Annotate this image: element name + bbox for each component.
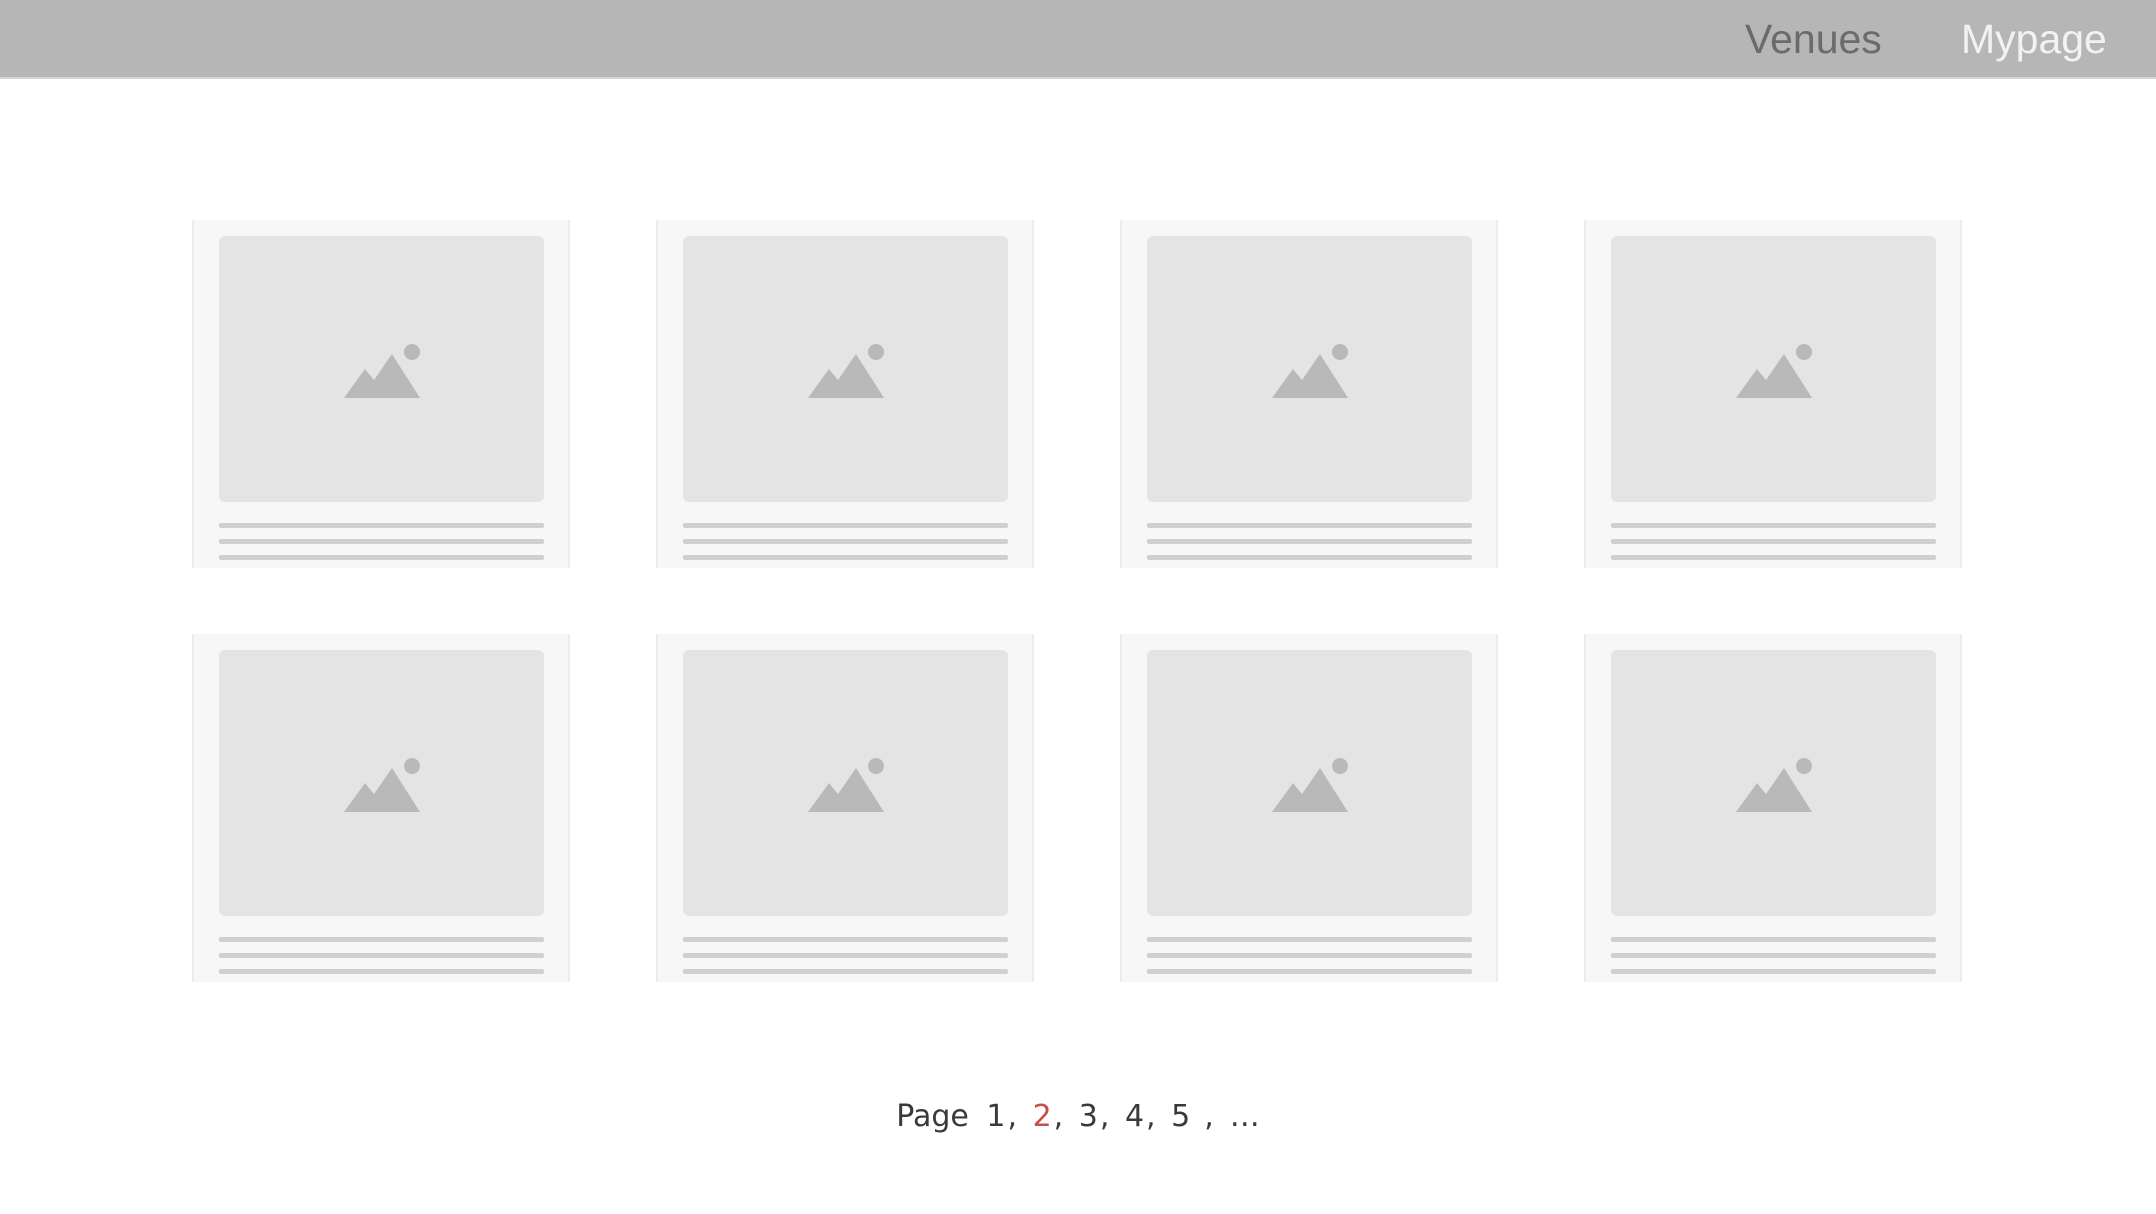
- venue-card-image: [219, 236, 544, 502]
- pagination-separator: ,: [1204, 1099, 1214, 1134]
- text-placeholder-line: [219, 953, 544, 958]
- text-placeholder-line: [683, 953, 1008, 958]
- text-placeholder-line: [683, 969, 1008, 974]
- image-placeholder-icon: [808, 344, 884, 398]
- venue-card[interactable]: [1584, 220, 1962, 568]
- venue-card-image: [1147, 650, 1472, 916]
- text-placeholder-line: [1611, 969, 1936, 974]
- venue-card[interactable]: [656, 220, 1034, 568]
- text-placeholder-line: [1611, 937, 1936, 942]
- pagination-separator: ,: [1053, 1099, 1064, 1134]
- text-placeholder-line: [219, 523, 544, 528]
- text-placeholder-line: [1147, 539, 1472, 544]
- image-placeholder-icon: [1736, 758, 1812, 812]
- page-link-4[interactable]: 4: [1123, 1096, 1146, 1138]
- text-placeholder-line: [219, 937, 544, 942]
- venue-card[interactable]: [192, 220, 570, 568]
- text-placeholder-line: [683, 539, 1008, 544]
- venue-card[interactable]: [1120, 220, 1498, 568]
- pagination-separator: ,: [1007, 1099, 1018, 1134]
- venue-card[interactable]: [1584, 634, 1962, 982]
- image-placeholder-icon: [1736, 344, 1812, 398]
- nav-venues-link[interactable]: Venues: [1745, 14, 1882, 64]
- text-placeholder-line: [219, 555, 544, 560]
- text-placeholder-line: [1611, 953, 1936, 958]
- page-link-5[interactable]: 5: [1169, 1096, 1192, 1138]
- venue-card[interactable]: [656, 634, 1034, 982]
- venue-card[interactable]: [1120, 634, 1498, 982]
- venue-card-image: [219, 650, 544, 916]
- pagination-more[interactable]: …: [1218, 1096, 1260, 1138]
- page-link-2-current[interactable]: 2: [1031, 1096, 1054, 1138]
- text-placeholder-line: [1147, 937, 1472, 942]
- venue-card[interactable]: [192, 634, 570, 982]
- venue-card-image: [1147, 236, 1472, 502]
- pagination-label: Page: [896, 1099, 969, 1134]
- text-placeholder-line: [683, 555, 1008, 560]
- pagination-separator: ,: [1146, 1099, 1156, 1134]
- venue-card-image: [1611, 236, 1936, 502]
- text-placeholder-line: [1147, 969, 1472, 974]
- top-nav-bar: Venues Mypage: [0, 0, 2156, 79]
- text-placeholder-line: [683, 937, 1008, 942]
- image-placeholder-icon: [1272, 758, 1348, 812]
- text-placeholder-line: [1611, 523, 1936, 528]
- nav-mypage-link[interactable]: Mypage: [1961, 14, 2107, 64]
- text-placeholder-line: [683, 523, 1008, 528]
- text-placeholder-line: [1611, 539, 1936, 544]
- text-placeholder-line: [1147, 555, 1472, 560]
- text-placeholder-line: [219, 539, 544, 544]
- pagination-separator: ,: [1099, 1099, 1110, 1134]
- image-placeholder-icon: [344, 758, 420, 812]
- image-placeholder-icon: [808, 758, 884, 812]
- image-placeholder-icon: [1272, 344, 1348, 398]
- venue-card-image: [683, 236, 1008, 502]
- text-placeholder-line: [219, 969, 544, 974]
- image-placeholder-icon: [344, 344, 420, 398]
- venue-card-image: [1611, 650, 1936, 916]
- text-placeholder-line: [1611, 555, 1936, 560]
- page-link-1[interactable]: 1: [984, 1096, 1007, 1138]
- venue-card-image: [683, 650, 1008, 916]
- page-link-3[interactable]: 3: [1077, 1096, 1100, 1138]
- text-placeholder-line: [1147, 523, 1472, 528]
- pagination: Page 1, 2, 3, 4, 5,…: [0, 1096, 2156, 1138]
- text-placeholder-line: [1147, 953, 1472, 958]
